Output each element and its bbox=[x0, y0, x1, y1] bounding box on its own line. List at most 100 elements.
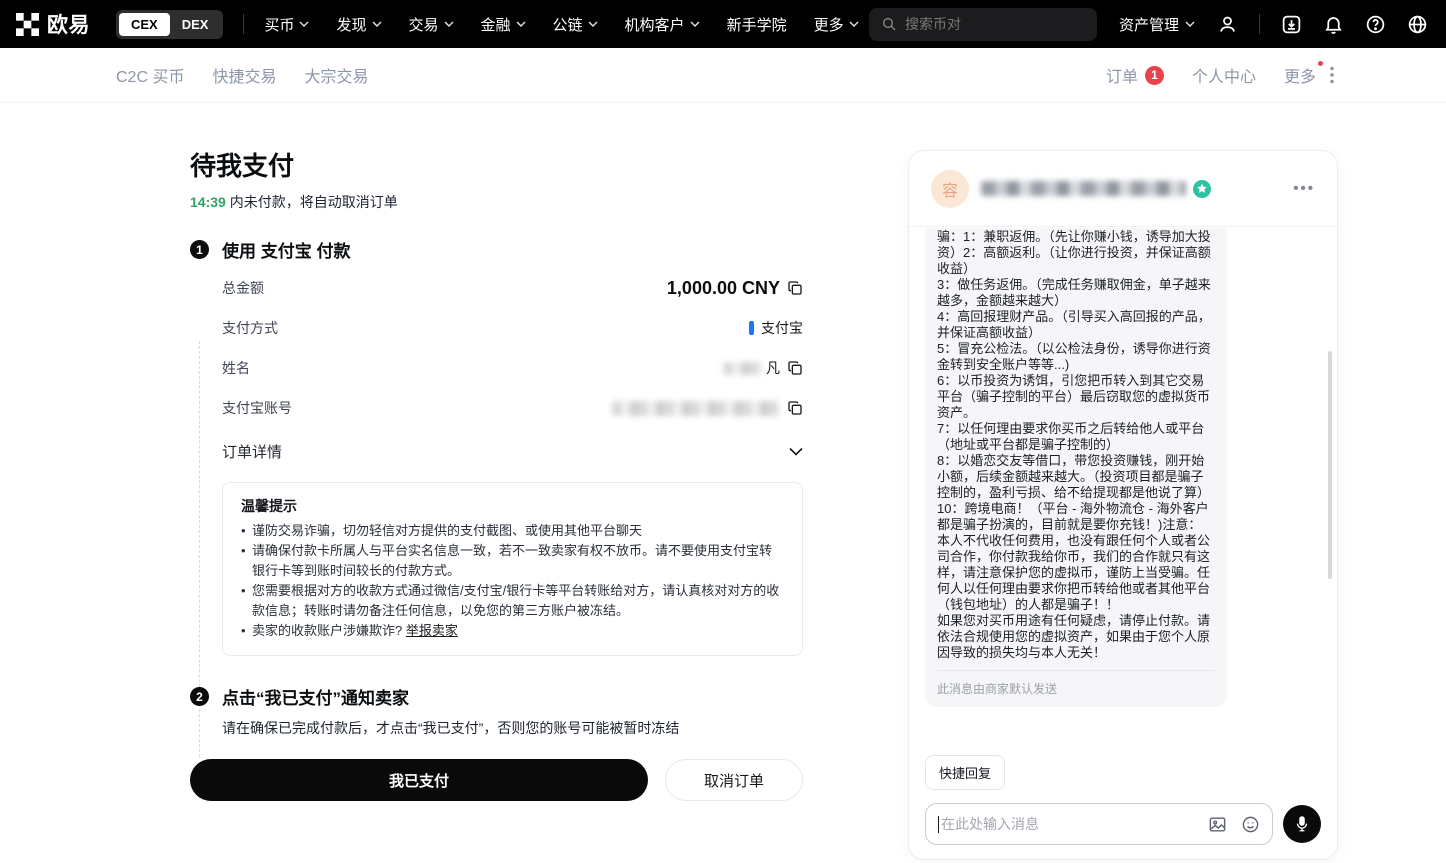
profile-center-link[interactable]: 个人中心 bbox=[1192, 63, 1256, 87]
quick-reply-button[interactable]: 快捷回复 bbox=[925, 755, 1005, 790]
payment-method-value: 支付宝 bbox=[761, 318, 803, 338]
tips-item: 请确保付款卡所属人与平台实名信息一致，若不一致卖家有权不放币。请不要使用支付宝转… bbox=[241, 541, 784, 581]
assets-dropdown[interactable]: 资产管理 bbox=[1119, 14, 1195, 35]
menu-chain[interactable]: 公链 bbox=[553, 14, 598, 35]
step-2-title: 点击“我已支付”通知卖家 bbox=[222, 684, 409, 709]
attach-image-icon[interactable] bbox=[1208, 815, 1227, 834]
tips-item: 您需要根据对方的收款方式通过微信/支付宝/银行卡等平台转账给对方，请认真核对对方… bbox=[241, 581, 784, 621]
payee-name-visible-char: 凡 bbox=[766, 358, 780, 378]
merchant-message-bubble: 骗：1：兼职返佣。（先让你赚小钱，诱导加大投资）2：高额返利。（让你进行投资，并… bbox=[925, 228, 1227, 707]
help-icon[interactable] bbox=[1365, 14, 1386, 35]
chat-messages[interactable]: 骗：1：兼职返佣。（先让你赚小钱，诱导加大投资）2：高额返利。（让你进行投资，并… bbox=[925, 228, 1227, 754]
alipay-icon bbox=[749, 321, 754, 335]
tips-title: 温馨提示 bbox=[241, 496, 784, 516]
top-navbar: 欧易 CEX DEX 买币 发现 交易 金融 公链 机构客户 新手学院 更多 搜… bbox=[0, 0, 1446, 48]
merchant-avatar[interactable]: 容 bbox=[931, 170, 969, 208]
nav-divider bbox=[1259, 14, 1260, 34]
step-2-header: 2 点击“我已支付”通知卖家 bbox=[190, 684, 803, 709]
okx-c2c-order-page: 欧易 CEX DEX 买币 发现 交易 金融 公链 机构客户 新手学院 更多 搜… bbox=[0, 0, 1446, 863]
voice-message-button[interactable] bbox=[1283, 805, 1321, 843]
step-1-badge: 1 bbox=[190, 240, 209, 259]
verified-badge-icon bbox=[1193, 180, 1211, 198]
subnav-left: C2C 买币 快捷交易 大宗交易 bbox=[116, 63, 369, 87]
menu-discover[interactable]: 发现 bbox=[336, 14, 381, 35]
total-amount-row: 总金额 1,000.00 CNY bbox=[222, 268, 803, 308]
search-icon bbox=[881, 16, 897, 32]
brand-name: 欧易 bbox=[47, 9, 90, 39]
profile-icon[interactable] bbox=[1217, 14, 1238, 35]
menu-institutional[interactable]: 机构客户 bbox=[625, 14, 700, 35]
alipay-account-redacted bbox=[612, 401, 780, 416]
chat-panel: 容 ••• 骗：1：兼职返佣。（先让你赚小钱，诱导加大投资）2：高额返利。（让你… bbox=[908, 150, 1338, 860]
chevron-down-icon bbox=[299, 21, 309, 27]
chevron-down-icon bbox=[1185, 21, 1195, 27]
tips-item-report: 卖家的收款账户涉嫌欺诈? 举报卖家 bbox=[241, 621, 784, 641]
chevron-down-icon bbox=[588, 21, 598, 27]
payment-method-row: 支付方式 支付宝 bbox=[222, 308, 803, 348]
toggle-cex[interactable]: CEX bbox=[119, 13, 170, 36]
download-app-icon[interactable] bbox=[1281, 14, 1302, 35]
menu-buy-crypto[interactable]: 买币 bbox=[264, 14, 309, 35]
notification-dot bbox=[1318, 61, 1323, 66]
menu-trade[interactable]: 交易 bbox=[409, 14, 454, 35]
chevron-down-icon bbox=[444, 21, 454, 27]
tab-express-trade[interactable]: 快捷交易 bbox=[212, 63, 276, 87]
menu-academy[interactable]: 新手学院 bbox=[727, 14, 787, 35]
total-amount-label: 总金额 bbox=[222, 278, 264, 298]
alipay-account-label: 支付宝账号 bbox=[222, 398, 292, 418]
chat-scrollbar[interactable] bbox=[1328, 351, 1332, 579]
page-title: 待我支付 bbox=[190, 146, 803, 183]
tips-item: 谨防交易诈骗，切勿轻信对方提供的支付截图、或使用其他平台聊天 bbox=[241, 521, 784, 541]
search-input[interactable]: 搜索币对 bbox=[869, 8, 1097, 41]
okx-logo[interactable]: 欧易 bbox=[16, 9, 90, 39]
order-details-toggle[interactable]: 订单详情 bbox=[222, 428, 803, 474]
chevron-down-icon bbox=[690, 21, 700, 27]
language-globe-icon[interactable] bbox=[1407, 14, 1428, 35]
chevron-down-icon bbox=[516, 21, 526, 27]
input-icons bbox=[1208, 815, 1260, 834]
tab-block-trade[interactable]: 大宗交易 bbox=[304, 63, 368, 87]
chat-header: 容 ••• bbox=[909, 151, 1337, 227]
copy-amount-icon[interactable] bbox=[787, 280, 803, 296]
tips-list: 谨防交易诈骗，切勿轻信对方提供的支付截图、或使用其他平台聊天 请确保付款卡所属人… bbox=[241, 521, 784, 641]
payment-method-label: 支付方式 bbox=[222, 318, 278, 338]
more-link[interactable]: 更多 bbox=[1284, 63, 1316, 87]
cex-dex-toggle: CEX DEX bbox=[116, 10, 223, 39]
text-cursor bbox=[938, 816, 939, 833]
alipay-account-row: 支付宝账号 bbox=[222, 388, 803, 428]
okx-logo-icon bbox=[16, 13, 39, 36]
paid-button[interactable]: 我已支付 bbox=[190, 759, 648, 801]
message-footer-note: 此消息由商家默认发送 bbox=[937, 670, 1215, 697]
order-payment-section: 待我支付 14:39 内未付款，将自动取消订单 1 使用 支付宝 付款 总金额 … bbox=[190, 146, 803, 801]
copy-name-icon[interactable] bbox=[787, 360, 803, 376]
merchant-info[interactable] bbox=[981, 180, 1211, 198]
cancel-order-button[interactable]: 取消订单 bbox=[665, 759, 803, 801]
report-seller-link[interactable]: 举报卖家 bbox=[406, 623, 458, 638]
subnav-right: 订单 1 个人中心 更多 bbox=[1106, 63, 1334, 87]
message-input[interactable]: 在此处输入消息 bbox=[925, 803, 1273, 845]
tab-c2c-buy[interactable]: C2C 买币 bbox=[116, 63, 184, 87]
order-details-label: 订单详情 bbox=[222, 441, 282, 462]
notifications-bell-icon[interactable] bbox=[1323, 14, 1344, 35]
emoji-icon[interactable] bbox=[1241, 815, 1260, 834]
merchant-message-text: 骗：1：兼职返佣。（先让你赚小钱，诱导加大投资）2：高额返利。（让你进行投资，并… bbox=[937, 229, 1215, 661]
menu-more[interactable]: 更多 bbox=[814, 14, 859, 35]
search-placeholder: 搜索币对 bbox=[905, 14, 961, 34]
orders-link[interactable]: 订单 1 bbox=[1106, 63, 1164, 87]
copy-account-icon[interactable] bbox=[787, 400, 803, 416]
chevron-down-icon bbox=[789, 447, 803, 456]
countdown-text: 14:39 内未付款，将自动取消订单 bbox=[190, 192, 803, 212]
step-2-badge: 2 bbox=[190, 687, 209, 706]
chat-menu-button[interactable]: ••• bbox=[1293, 180, 1315, 197]
message-placeholder: 在此处输入消息 bbox=[941, 814, 1208, 834]
toggle-dex[interactable]: DEX bbox=[170, 13, 221, 36]
menu-finance[interactable]: 金融 bbox=[481, 14, 526, 35]
kebab-menu-icon[interactable] bbox=[1330, 66, 1334, 84]
payee-name-redacted bbox=[723, 362, 763, 375]
chevron-down-icon bbox=[849, 21, 859, 27]
chat-footer: 快捷回复 在此处输入消息 bbox=[925, 755, 1321, 845]
merchant-name-redacted bbox=[981, 181, 1186, 196]
step-1-title: 使用 支付宝 付款 bbox=[222, 237, 350, 262]
action-buttons: 我已支付 取消订单 bbox=[190, 759, 803, 801]
sub-navbar: C2C 买币 快捷交易 大宗交易 订单 1 个人中心 更多 bbox=[0, 48, 1446, 103]
